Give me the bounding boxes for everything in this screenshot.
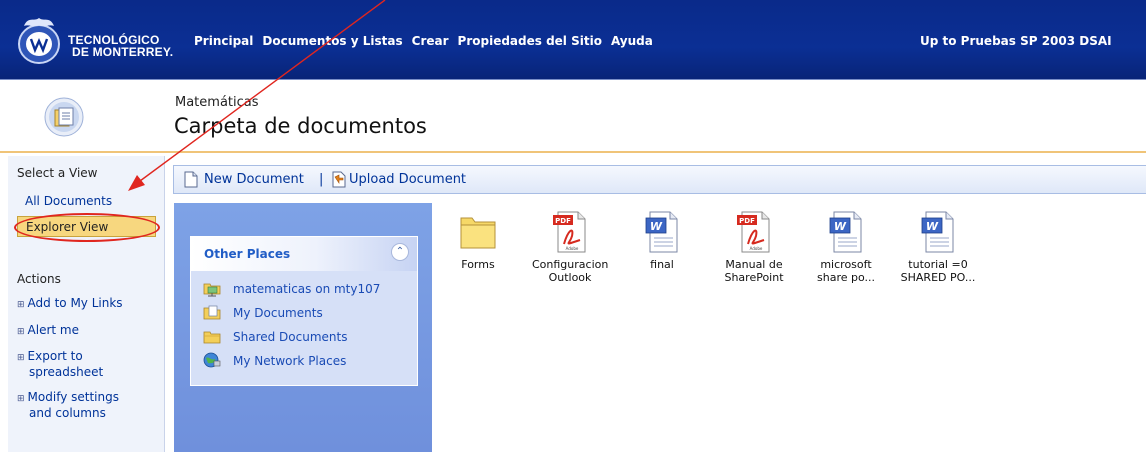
file-label-line-2: Outlook: [548, 271, 592, 284]
action-label-line-2: spreadsheet: [29, 365, 104, 379]
file-label: Manual de: [725, 258, 783, 271]
bullet-icon: ⊞: [17, 327, 25, 337]
file-item-microsoft-share-po[interactable]: W microsoft share po...: [808, 210, 884, 284]
file-item-forms[interactable]: Forms: [440, 210, 516, 271]
place-label: Shared Documents: [233, 330, 348, 344]
place-label: My Network Places: [233, 354, 347, 368]
action-modify-settings-and-columns[interactable]: ⊞ Modify settings and columns: [17, 390, 119, 420]
network-folder-icon: [203, 283, 221, 297]
folder-icon: [460, 217, 496, 249]
action-label: Modify settings: [27, 390, 119, 404]
file-item-final[interactable]: W final: [624, 210, 700, 271]
file-label-line-2: SHARED PO...: [900, 271, 976, 284]
left-navigation-pane: Select a View All Documents Explorer Vie…: [8, 156, 165, 452]
action-label-line-2: and columns: [29, 406, 106, 420]
upload-document-icon[interactable]: [331, 171, 347, 188]
new-document-icon[interactable]: [183, 171, 199, 188]
bullet-icon: ⊞: [17, 394, 25, 404]
word-doc-icon: W: [829, 211, 862, 253]
upload-document-button[interactable]: Upload Document: [349, 172, 466, 187]
file-label-line-2: share po...: [817, 271, 875, 284]
pdf-icon: PDF Adobe: [553, 211, 586, 253]
action-label: Add to My Links: [27, 296, 123, 310]
nav-documentos-y-listas[interactable]: Documentos y Listas: [262, 34, 402, 48]
word-doc-icon: W: [645, 211, 678, 253]
place-label: My Documents: [233, 306, 323, 320]
network-places-icon: [203, 352, 221, 368]
word-badge: W: [834, 220, 847, 233]
other-places-header[interactable]: Other Places ⌃: [191, 237, 417, 271]
view-all-documents[interactable]: All Documents: [25, 194, 112, 208]
other-places-panel: Other Places ⌃ matematicas on mty107 My …: [190, 236, 418, 386]
action-export-to-spreadsheet[interactable]: ⊞ Export to spreadsheet: [17, 349, 103, 379]
nav-propiedades-del-sitio[interactable]: Propiedades del Sitio: [458, 34, 602, 48]
pdf-brand: Adobe: [750, 246, 763, 251]
file-item-tutorial-shared-po[interactable]: W tutorial =0 SHARED PO...: [900, 210, 976, 284]
place-label: matematicas on mty107: [233, 282, 381, 296]
my-documents-icon: [203, 305, 221, 320]
page-title: Carpeta de documentos: [174, 114, 427, 138]
top-navigation: Principal Documentos y Listas Crear Prop…: [194, 34, 653, 48]
action-label: Alert me: [27, 323, 79, 337]
tec-de-monterrey-seal-icon[interactable]: [14, 14, 64, 66]
bullet-icon: ⊞: [17, 353, 25, 363]
file-label: Forms: [461, 258, 495, 271]
toolbar-separator: |: [319, 172, 324, 187]
document-library-icon: [44, 97, 84, 137]
nav-crear[interactable]: Crear: [412, 34, 449, 48]
left-margin: [0, 156, 8, 452]
view-explorer-selected[interactable]: Explorer View: [17, 216, 156, 237]
top-banner: TECNOLÓGICO DE MONTERREY. Principal Docu…: [0, 0, 1146, 80]
action-alert-me[interactable]: ⊞ Alert me: [17, 323, 79, 339]
word-doc-icon: W: [921, 211, 954, 253]
nav-principal[interactable]: Principal: [194, 34, 253, 48]
pdf-icon: PDF Adobe: [737, 211, 770, 253]
file-label: final: [650, 258, 674, 271]
document-toolbar: New Document | Upload Document: [173, 165, 1146, 194]
file-label-line-2: SharePoint: [724, 271, 784, 284]
bullet-icon: ⊞: [17, 300, 25, 310]
new-document-button[interactable]: New Document: [204, 172, 304, 187]
action-add-to-my-links[interactable]: ⊞ Add to My Links: [17, 296, 123, 312]
site-name[interactable]: Matemáticas: [175, 95, 259, 110]
collapse-chevron-icon[interactable]: ⌃: [391, 243, 409, 261]
brand-line-2: DE MONTERREY.: [72, 45, 174, 59]
word-badge: W: [650, 220, 663, 233]
file-label: microsoft: [820, 258, 872, 271]
file-label: Configuracion: [532, 258, 609, 271]
file-item-configuracion-outlook[interactable]: PDF Adobe Configuracion Outlook: [532, 210, 608, 284]
brand-wordmark: TECNOLÓGICO DE MONTERREY.: [68, 34, 173, 58]
pdf-brand: Adobe: [566, 246, 579, 251]
select-a-view-heading: Select a View: [17, 166, 98, 180]
word-badge: W: [926, 220, 939, 233]
pdf-badge: PDF: [555, 217, 571, 225]
action-label: Export to: [27, 349, 83, 363]
nav-ayuda[interactable]: Ayuda: [611, 34, 653, 48]
other-places-title: Other Places: [204, 247, 291, 261]
up-to-parent-site-link[interactable]: Up to Pruebas SP 2003 DSAI: [920, 34, 1112, 48]
file-item-manual-de-sharepoint[interactable]: PDF Adobe Manual de SharePoint: [716, 210, 792, 284]
folder-icon: [203, 331, 221, 344]
actions-heading: Actions: [17, 272, 61, 286]
file-label: tutorial =0: [908, 258, 968, 271]
pdf-badge: PDF: [739, 217, 755, 225]
title-band: Matemáticas Carpeta de documentos: [0, 81, 1146, 153]
